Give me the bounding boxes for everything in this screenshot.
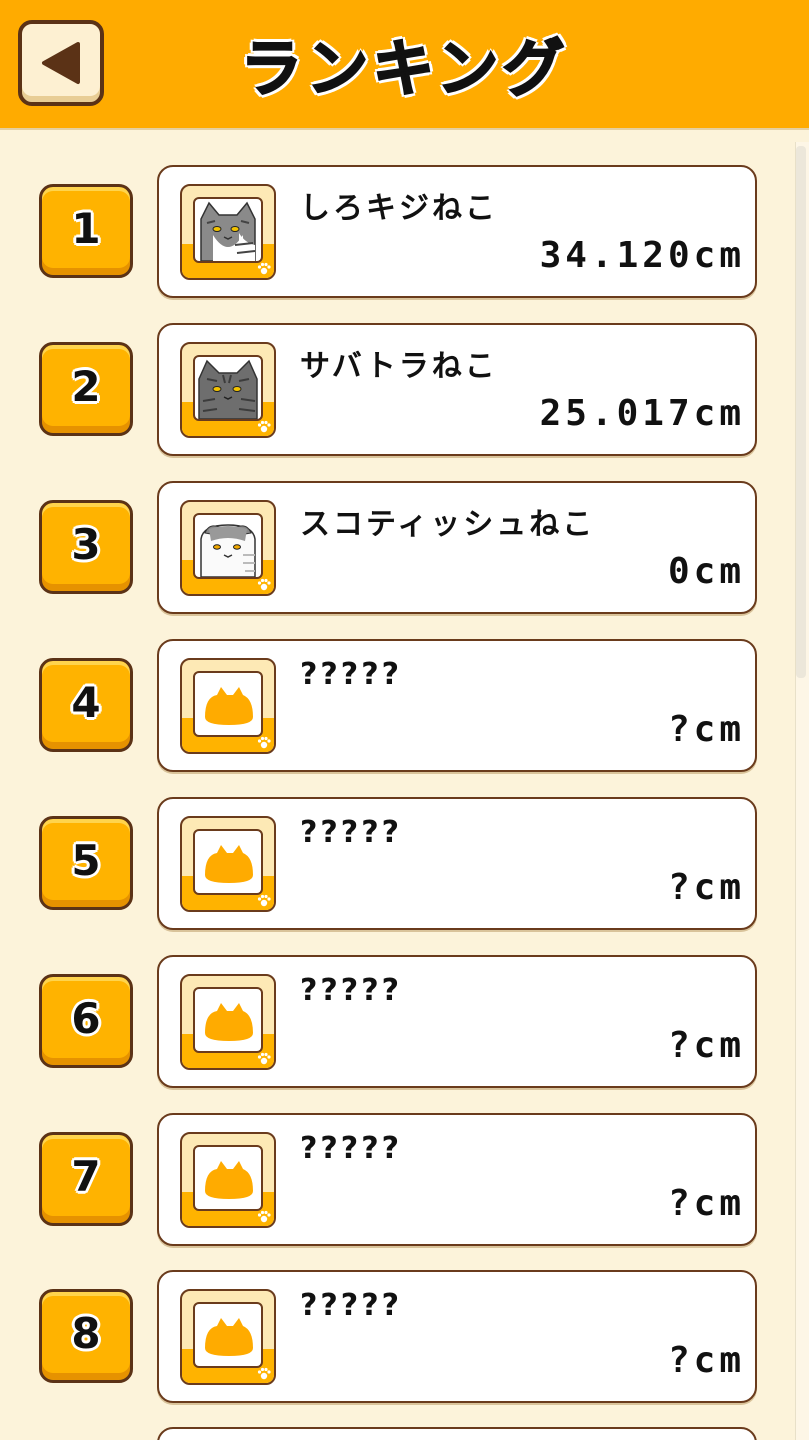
cat-silhouette-icon (205, 1161, 253, 1199)
ranking-row[interactable]: 3 スコティッシュねこ 0cm (0, 481, 790, 615)
paw-icon (257, 894, 271, 907)
cat-name: スコティッシュねこ (300, 507, 596, 542)
cat-portrait (180, 658, 276, 754)
cat-portrait (180, 500, 276, 596)
ranking-row[interactable]: 2 サバトラねこ 25.017cm (0, 323, 790, 457)
ranking-row[interactable]: 6 ????? ?cm (0, 955, 790, 1089)
cat-distance: 25.017cm (539, 393, 745, 434)
ranking-card[interactable]: ????? ?cm (157, 1270, 757, 1403)
paw-icon (257, 420, 271, 433)
cat-distance: ?cm (667, 709, 745, 750)
paw-icon (257, 578, 271, 591)
cat-silhouette-icon (205, 1318, 253, 1356)
cat-name: ????? (300, 973, 403, 1008)
cat-name: ????? (300, 657, 403, 692)
cat-name: しろキジねこ (300, 191, 498, 226)
ranking-card[interactable]: しろキジねこ 34.120cm (157, 165, 757, 298)
ranking-card[interactable]: ????? ?cm (157, 797, 757, 930)
rank-badge: 3 (39, 500, 133, 594)
rank-badge: 1 (39, 184, 133, 278)
rank-badge: 7 (39, 1132, 133, 1226)
cat-distance: 0cm (667, 551, 745, 592)
cat-silhouette-icon (205, 687, 253, 725)
paw-icon (257, 262, 271, 275)
header-bar: ランキング (0, 0, 809, 130)
paw-icon (257, 736, 271, 749)
cat-portrait (180, 974, 276, 1070)
cat-portrait (180, 342, 276, 438)
cat-name: ????? (300, 1288, 403, 1323)
rank-badge: 4 (39, 658, 133, 752)
rank-badge: 5 (39, 816, 133, 910)
cat-distance: ?cm (667, 1340, 745, 1381)
ranking-row[interactable]: 4 ????? ?cm (0, 639, 790, 773)
cat-name: ????? (300, 815, 403, 850)
ranking-card[interactable] (157, 1427, 757, 1440)
cat-distance: ?cm (667, 1183, 745, 1224)
cat-name: サバトラねこ (300, 349, 498, 384)
ranking-card[interactable]: スコティッシュねこ 0cm (157, 481, 757, 614)
gray-tabby-cat-icon (198, 359, 258, 419)
ranking-card[interactable]: ????? ?cm (157, 955, 757, 1088)
rank-badge: 6 (39, 974, 133, 1068)
cat-distance: 34.120cm (539, 235, 745, 276)
ranking-row-partial[interactable] (0, 1427, 790, 1440)
ranking-card[interactable]: サバトラねこ 25.017cm (157, 323, 757, 456)
silver-tabby-cat-icon (200, 201, 256, 261)
page-title: ランキング (239, 31, 569, 106)
cat-name: ????? (300, 1131, 403, 1166)
rank-badge: 2 (39, 342, 133, 436)
scottish-fold-cat-icon (200, 524, 256, 577)
paw-icon (257, 1210, 271, 1223)
cat-distance: ?cm (667, 867, 745, 908)
ranking-row[interactable]: 8 ????? ?cm (0, 1270, 790, 1404)
ranking-card[interactable]: ????? ?cm (157, 639, 757, 772)
cat-distance: ?cm (667, 1025, 745, 1066)
paw-icon (257, 1052, 271, 1065)
cat-portrait (180, 816, 276, 912)
cat-silhouette-icon (205, 845, 253, 883)
cat-silhouette-icon (205, 1003, 253, 1041)
ranking-row[interactable]: 5 ????? ?cm (0, 797, 790, 931)
ranking-row[interactable]: 1 しろキジねこ 34.120cm (0, 165, 790, 299)
ranking-card[interactable]: ????? ?cm (157, 1113, 757, 1246)
ranking-row[interactable]: 7 ????? ?cm (0, 1113, 790, 1247)
cat-portrait (180, 184, 276, 280)
paw-icon (257, 1367, 271, 1380)
rank-badge: 8 (39, 1289, 133, 1383)
cat-portrait (180, 1289, 276, 1385)
scrollbar-thumb[interactable] (796, 146, 806, 678)
cat-portrait (180, 1132, 276, 1228)
